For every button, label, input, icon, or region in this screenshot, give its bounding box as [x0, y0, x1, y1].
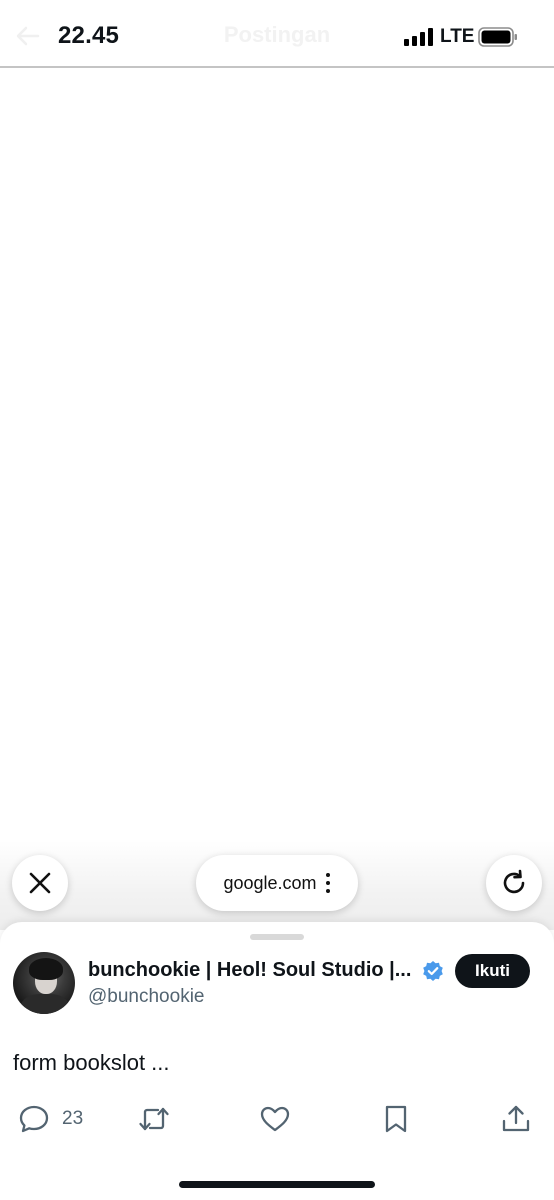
more-options-icon[interactable] [325, 873, 331, 893]
repost-icon [139, 1107, 169, 1131]
reply-count: 23 [62, 1108, 84, 1129]
author-handle[interactable]: @bunchookie [88, 986, 204, 1008]
reload-button[interactable] [486, 855, 542, 911]
sheet-grabber[interactable] [250, 934, 304, 940]
bookmark-icon [385, 1105, 407, 1133]
status-time: 22.45 [58, 22, 120, 49]
post-sheet: bunchookie | Heol! Soul Studio |... @bun… [0, 922, 554, 1200]
repost-button[interactable] [138, 1102, 170, 1136]
verified-badge-icon [423, 961, 443, 981]
reload-icon [503, 869, 525, 894]
post-text: form bookslot ... [13, 1050, 170, 1075]
url-text: google.com [223, 872, 317, 893]
share-button[interactable] [500, 1102, 532, 1136]
bookmark-button[interactable] [380, 1102, 412, 1136]
avatar[interactable] [13, 952, 75, 1014]
status-bar: Postingan 22.45 LTE [0, 0, 554, 68]
url-bar[interactable]: google.com [196, 855, 358, 911]
heart-icon [260, 1106, 290, 1132]
reply-button[interactable]: 23 [18, 1102, 83, 1136]
share-icon [502, 1105, 530, 1132]
battery-icon [478, 27, 517, 47]
network-type: LTE [440, 26, 475, 47]
home-indicator[interactable] [179, 1181, 375, 1188]
signal-strength-icon [404, 28, 433, 46]
close-icon [29, 872, 51, 894]
like-button[interactable] [259, 1102, 291, 1136]
close-browser-button[interactable] [12, 855, 68, 911]
reply-icon [19, 1105, 49, 1133]
author-display-name[interactable]: bunchookie | Heol! Soul Studio |... [88, 959, 418, 982]
follow-button[interactable]: Ikuti [455, 954, 530, 988]
webview-content[interactable] [0, 68, 554, 840]
